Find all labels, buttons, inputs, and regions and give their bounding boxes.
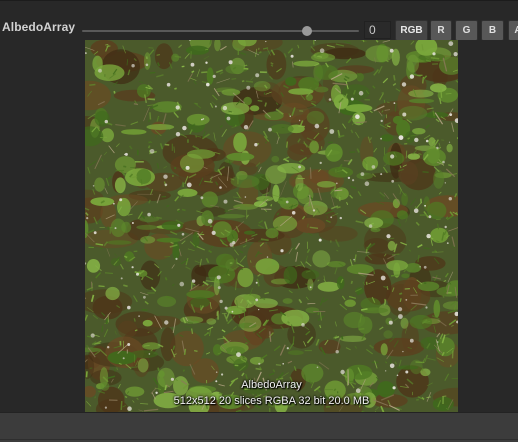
grass-texture-image: [85, 40, 458, 412]
preview-caption-info: 512x512 20 slices RGBA 32 bit 20.0 MB: [173, 395, 370, 407]
channel-r-button[interactable]: R: [430, 20, 452, 41]
preview-caption-name: AlbedoArray: [241, 379, 302, 391]
preview-toolbar: AlbedoArray 0 RGB R G B A: [0, 0, 518, 41]
slice-index-field[interactable]: 0: [364, 21, 391, 39]
texture-preview-image: [85, 40, 458, 412]
slice-slider-track[interactable]: [82, 30, 359, 32]
asset-name-label: AlbedoArray: [2, 20, 76, 34]
texture-preview-area: AlbedoArray 512x512 20 slices RGBA 32 bi…: [0, 40, 518, 412]
channel-b-button[interactable]: B: [481, 20, 504, 41]
channel-a-button[interactable]: A: [508, 20, 518, 41]
bottom-divider: [0, 439, 518, 440]
slice-slider-thumb[interactable]: [302, 26, 312, 36]
slice-slider[interactable]: [82, 23, 359, 41]
channel-g-button[interactable]: G: [455, 20, 478, 41]
bottom-bar: [0, 412, 518, 442]
channel-rgb-button[interactable]: RGB: [395, 20, 428, 41]
